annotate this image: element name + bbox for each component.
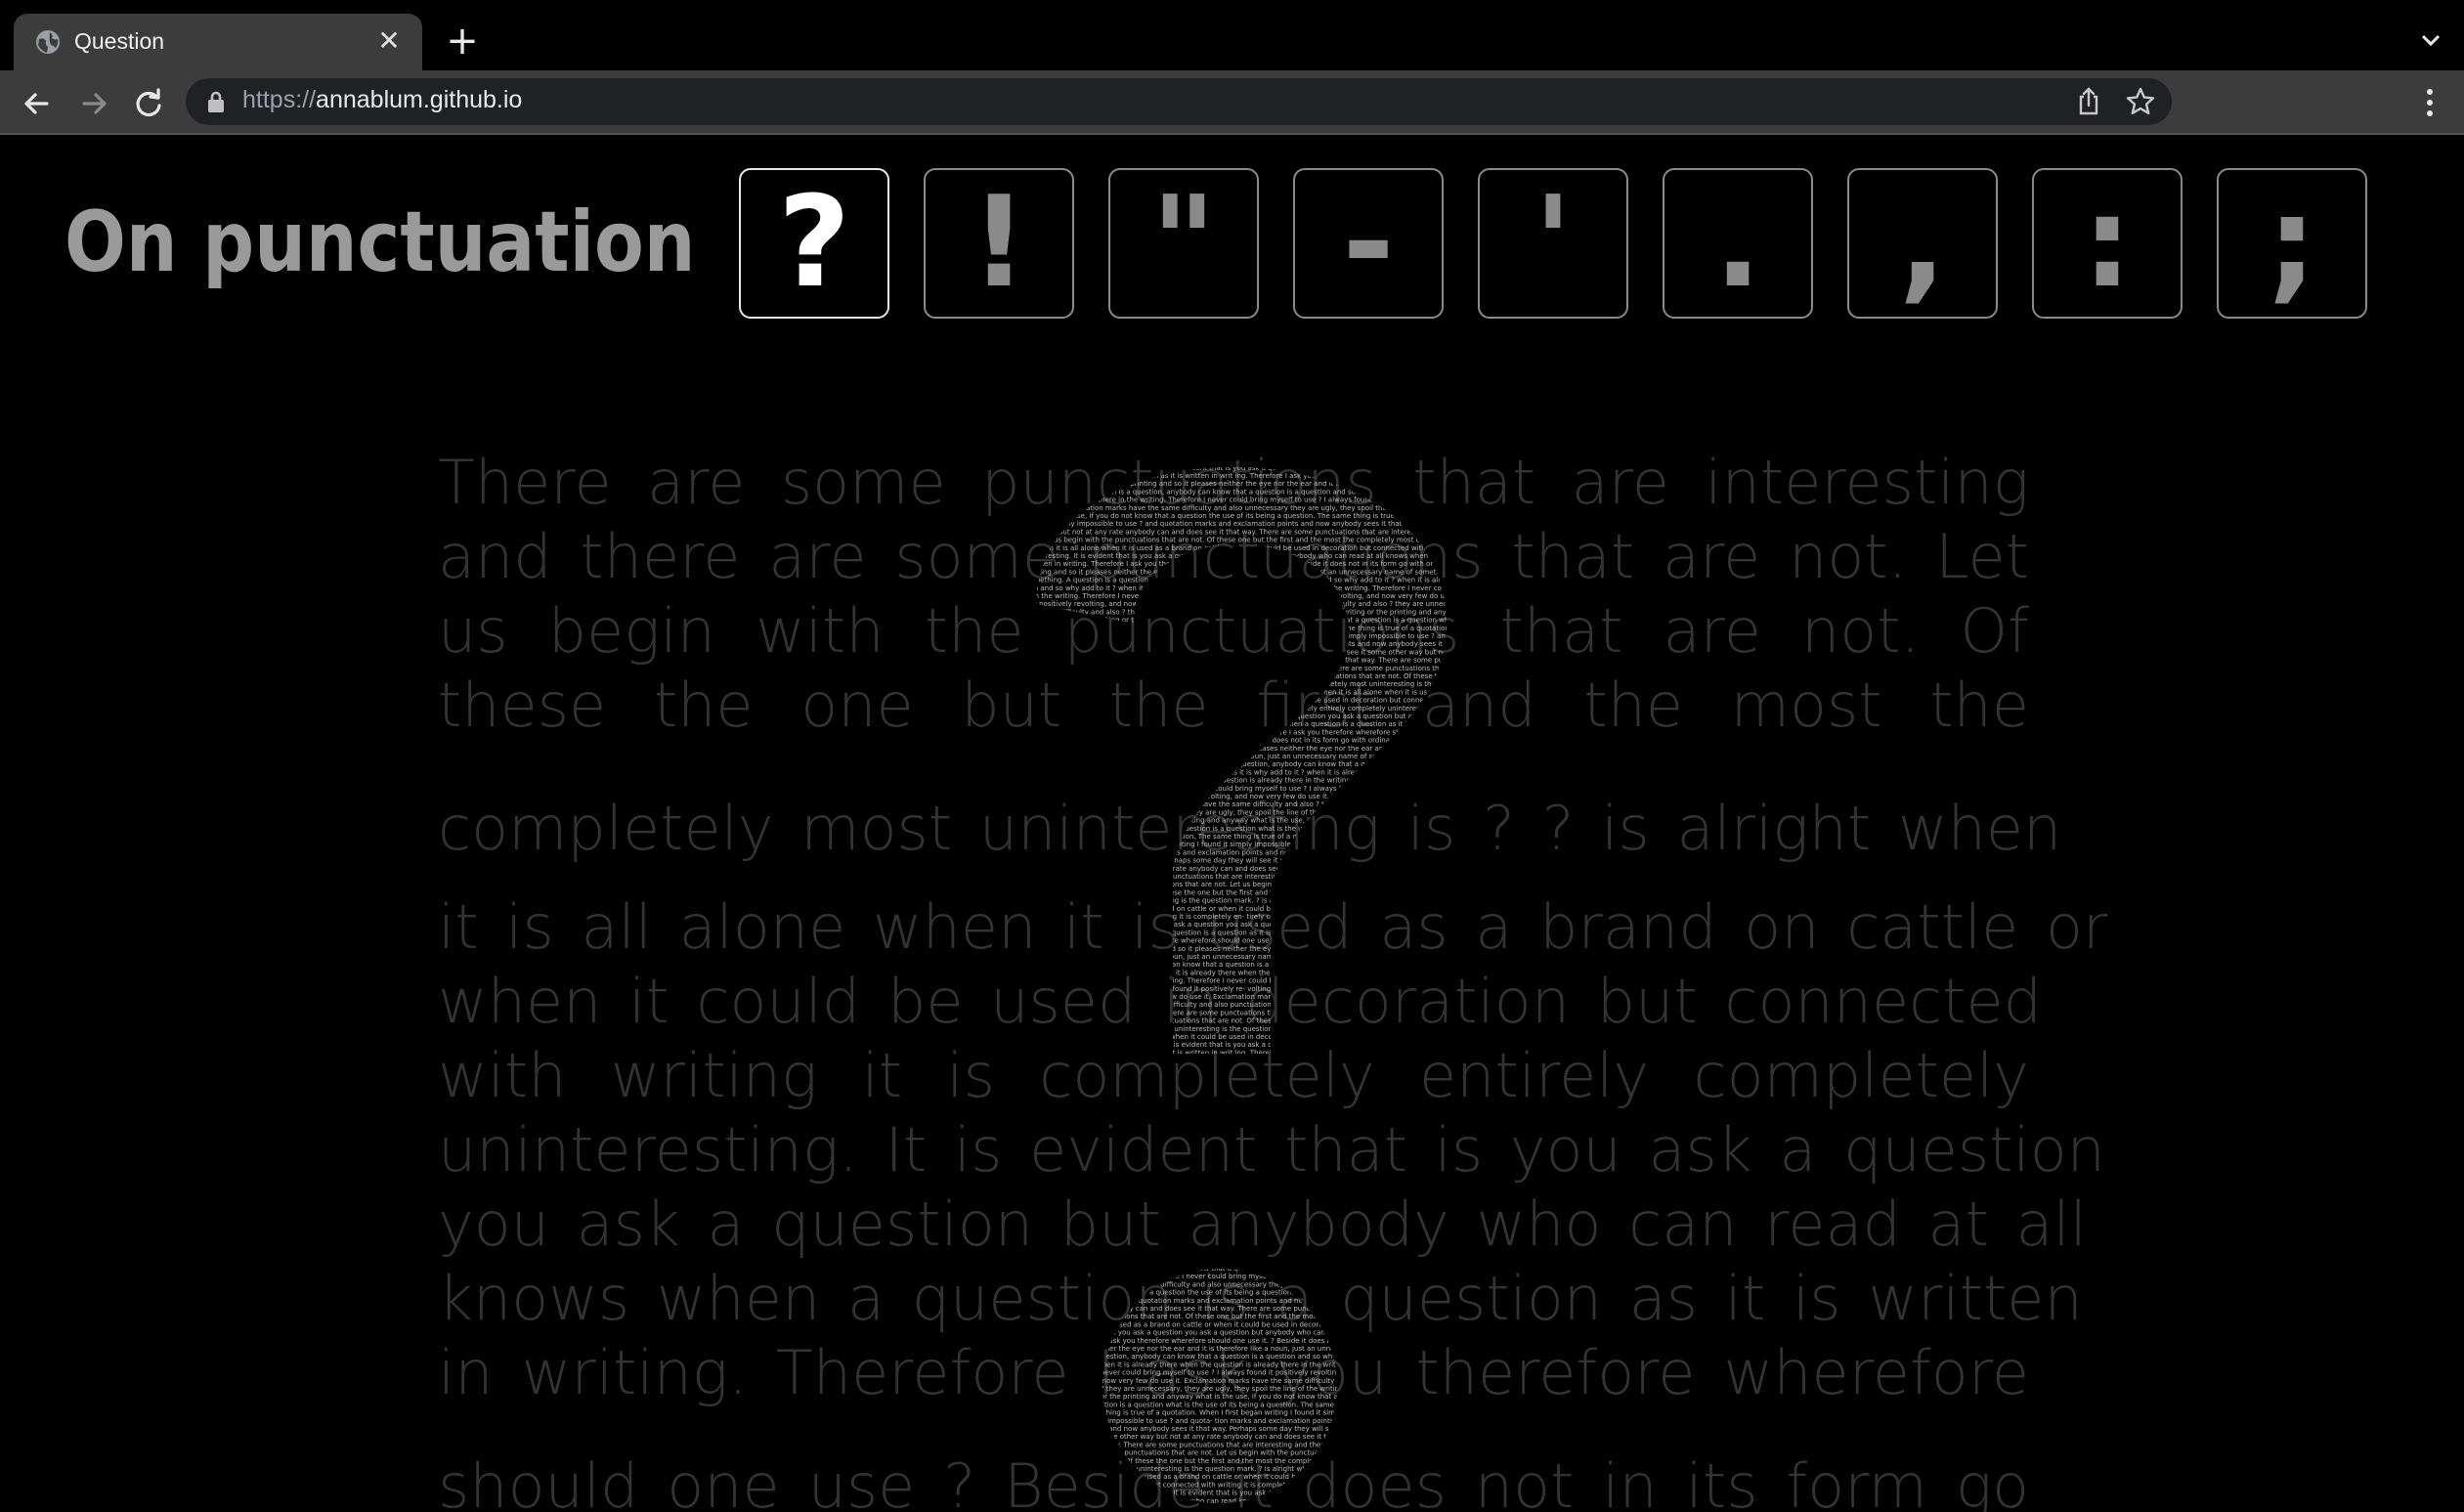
url-scheme: https:// (242, 86, 317, 113)
essay-gap (438, 1410, 2029, 1449)
bookmark-star-icon[interactable] (2125, 86, 2156, 117)
more-menu-icon[interactable] (2418, 86, 2442, 119)
colon-button[interactable]: : (2032, 168, 2183, 319)
close-tab-icon[interactable]: ✕ (373, 25, 405, 57)
url-host: annablum.github.io (316, 86, 523, 113)
punctuation-nav: ? ! " - ' . , : ; (739, 168, 2367, 323)
new-tab-plus-icon[interactable]: + (442, 22, 483, 63)
forward-arrow-icon[interactable] (74, 84, 113, 123)
comma-button[interactable]: , (1847, 168, 1998, 319)
essay-line: you ask a question but anybody who can r… (438, 1188, 2088, 1260)
essay-line: it is all alone when it is used as a bra… (438, 891, 2108, 963)
essay-line: uninteresting. It is evident that is you… (438, 1114, 2105, 1186)
lock-icon[interactable] (205, 90, 227, 113)
hyphen-button[interactable]: - (1293, 168, 1444, 319)
globe-icon (36, 30, 60, 54)
essay-line: should one use ? Beside it does not in i… (438, 1450, 2029, 1512)
text-art-line: punctuations that are interesting and th… (1036, 432, 1448, 440)
site-title: On punctuation (65, 194, 696, 291)
quotation-mark-button[interactable]: " (1108, 168, 1259, 319)
essay-gap (438, 866, 2029, 890)
url-text[interactable]: https://annablum.github.io (242, 86, 522, 114)
essay-line: these the one but the first and the most… (438, 670, 2029, 741)
reload-icon[interactable] (129, 84, 168, 123)
essay-line: knows when a question is a question as i… (438, 1263, 2083, 1334)
question-mark-button[interactable]: ? (739, 168, 889, 319)
page-content: On punctuation ? ! " - ' . , : ; There a… (0, 135, 2464, 1512)
browser-tab[interactable]: Question ✕ (14, 14, 422, 70)
period-button[interactable]: . (1663, 168, 1813, 319)
chevron-down-icon[interactable] (2414, 23, 2447, 57)
share-icon[interactable] (2074, 86, 2103, 117)
essay-text: There are some punctuations that are int… (438, 446, 2108, 1512)
essay-line: with writing it is completely entirely c… (438, 1040, 2029, 1111)
exclamation-mark-button[interactable]: ! (924, 168, 1074, 319)
essay-line: and there are some punctuations that are… (438, 521, 2029, 592)
essay-line: when it could be used in decoration but … (438, 966, 2043, 1037)
essay-line: in writing. Therefore I ask you therefor… (438, 1337, 2029, 1408)
semicolon-button[interactable]: ; (2217, 168, 2367, 319)
apostrophe-button[interactable]: ' (1478, 168, 1628, 319)
essay-line: us begin with the punctuations that are … (438, 595, 2029, 667)
essay-gap (438, 743, 2029, 792)
essay-line: completely most uninteresting is ? ? is … (438, 793, 2062, 864)
back-arrow-icon[interactable] (18, 84, 57, 123)
tab-title: Question (74, 28, 165, 54)
essay-line: There are some punctuations that are int… (438, 447, 2029, 518)
